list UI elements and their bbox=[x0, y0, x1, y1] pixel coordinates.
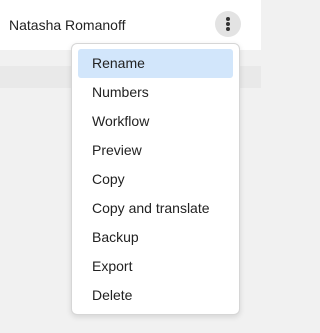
menu-item-export[interactable]: Export bbox=[78, 252, 233, 281]
kebab-dot bbox=[226, 22, 230, 26]
menu-item-copy[interactable]: Copy bbox=[78, 165, 233, 194]
menu-item-numbers[interactable]: Numbers bbox=[78, 78, 233, 107]
menu-item-workflow[interactable]: Workflow bbox=[78, 107, 233, 136]
menu-item-rename[interactable]: Rename bbox=[78, 49, 233, 78]
menu-item-backup[interactable]: Backup bbox=[78, 223, 233, 252]
page: Natasha Romanoff Rename Numbers Workflow… bbox=[0, 0, 261, 333]
more-vertical-icon[interactable] bbox=[215, 11, 241, 37]
kebab-dot bbox=[226, 17, 230, 21]
context-menu: Rename Numbers Workflow Preview Copy Cop… bbox=[71, 43, 240, 315]
menu-item-copy-and-translate[interactable]: Copy and translate bbox=[78, 194, 233, 223]
kebab-dot bbox=[226, 27, 230, 31]
menu-item-delete[interactable]: Delete bbox=[78, 281, 233, 310]
menu-item-preview[interactable]: Preview bbox=[78, 136, 233, 165]
record-name: Natasha Romanoff bbox=[9, 17, 126, 33]
